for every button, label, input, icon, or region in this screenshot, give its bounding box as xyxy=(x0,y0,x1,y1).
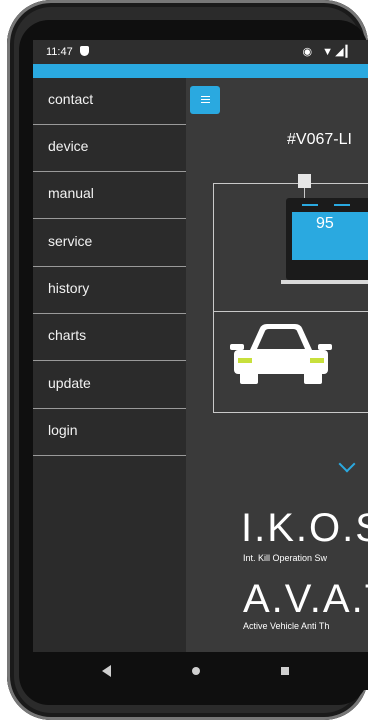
drawer-item-label: service xyxy=(48,233,93,249)
chevron-down-icon[interactable] xyxy=(338,455,356,473)
menu-line xyxy=(201,102,210,103)
vehicle-id: #V067-LI xyxy=(287,131,352,148)
drawer-item-label: manual xyxy=(48,185,94,201)
drawer-item-contact[interactable]: contact xyxy=(33,78,186,125)
menu-line xyxy=(201,99,210,100)
hamburger-menu-button[interactable] xyxy=(190,86,220,114)
menu-line xyxy=(201,96,210,97)
drawer-item-update[interactable]: update xyxy=(33,362,186,409)
drawer-item-label: charts xyxy=(48,327,87,343)
app-screen: 11:47 ◉ ▼◢▎ contact device manual servic… xyxy=(33,40,368,652)
battery-base xyxy=(281,280,368,284)
drawer-item-login[interactable]: login xyxy=(33,409,186,456)
ikos-title: I.K.O.S xyxy=(241,506,368,550)
drawer-item-label: login xyxy=(48,422,78,438)
shield-icon xyxy=(80,46,89,56)
android-nav-bar xyxy=(33,652,368,690)
status-diagram-divider xyxy=(213,311,368,312)
ikos-subtitle: Int. Kill Operation Sw xyxy=(243,553,328,563)
recent-apps-icon[interactable] xyxy=(281,667,289,675)
back-icon[interactable] xyxy=(102,665,111,677)
drawer-item-label: update xyxy=(48,375,91,391)
battery-level: 95 xyxy=(316,215,334,232)
plug-icon xyxy=(298,174,311,188)
car-icon[interactable] xyxy=(230,322,332,386)
drawer-item-charts[interactable]: charts xyxy=(33,314,186,361)
battery-indicator xyxy=(302,204,318,206)
battery-indicator xyxy=(334,204,350,206)
drawer-item-label: device xyxy=(48,138,89,154)
nav-drawer: contact device manual service history ch… xyxy=(33,78,186,652)
app-header-bar xyxy=(33,64,368,78)
drawer-item-history[interactable]: history xyxy=(33,267,186,314)
main-content: #V067-LI 95 I.K.O.S Int. Kill Operation … xyxy=(186,78,368,652)
home-icon[interactable] xyxy=(192,667,200,675)
drawer-item-label: history xyxy=(48,280,90,296)
drawer-item-manual[interactable]: manual xyxy=(33,172,186,219)
drawer-item-label: contact xyxy=(48,91,94,107)
status-icons: ◉ ▼◢▎ xyxy=(302,46,356,58)
drawer-item-device[interactable]: device xyxy=(33,125,186,172)
avat-title: A.V.A.T xyxy=(243,577,368,621)
drawer-item-service[interactable]: service xyxy=(33,220,186,267)
avat-subtitle: Active Vehicle Anti Th xyxy=(243,621,330,631)
status-time: 11:47 xyxy=(46,46,73,58)
status-bar: 11:47 ◉ ▼◢▎ xyxy=(33,40,368,64)
